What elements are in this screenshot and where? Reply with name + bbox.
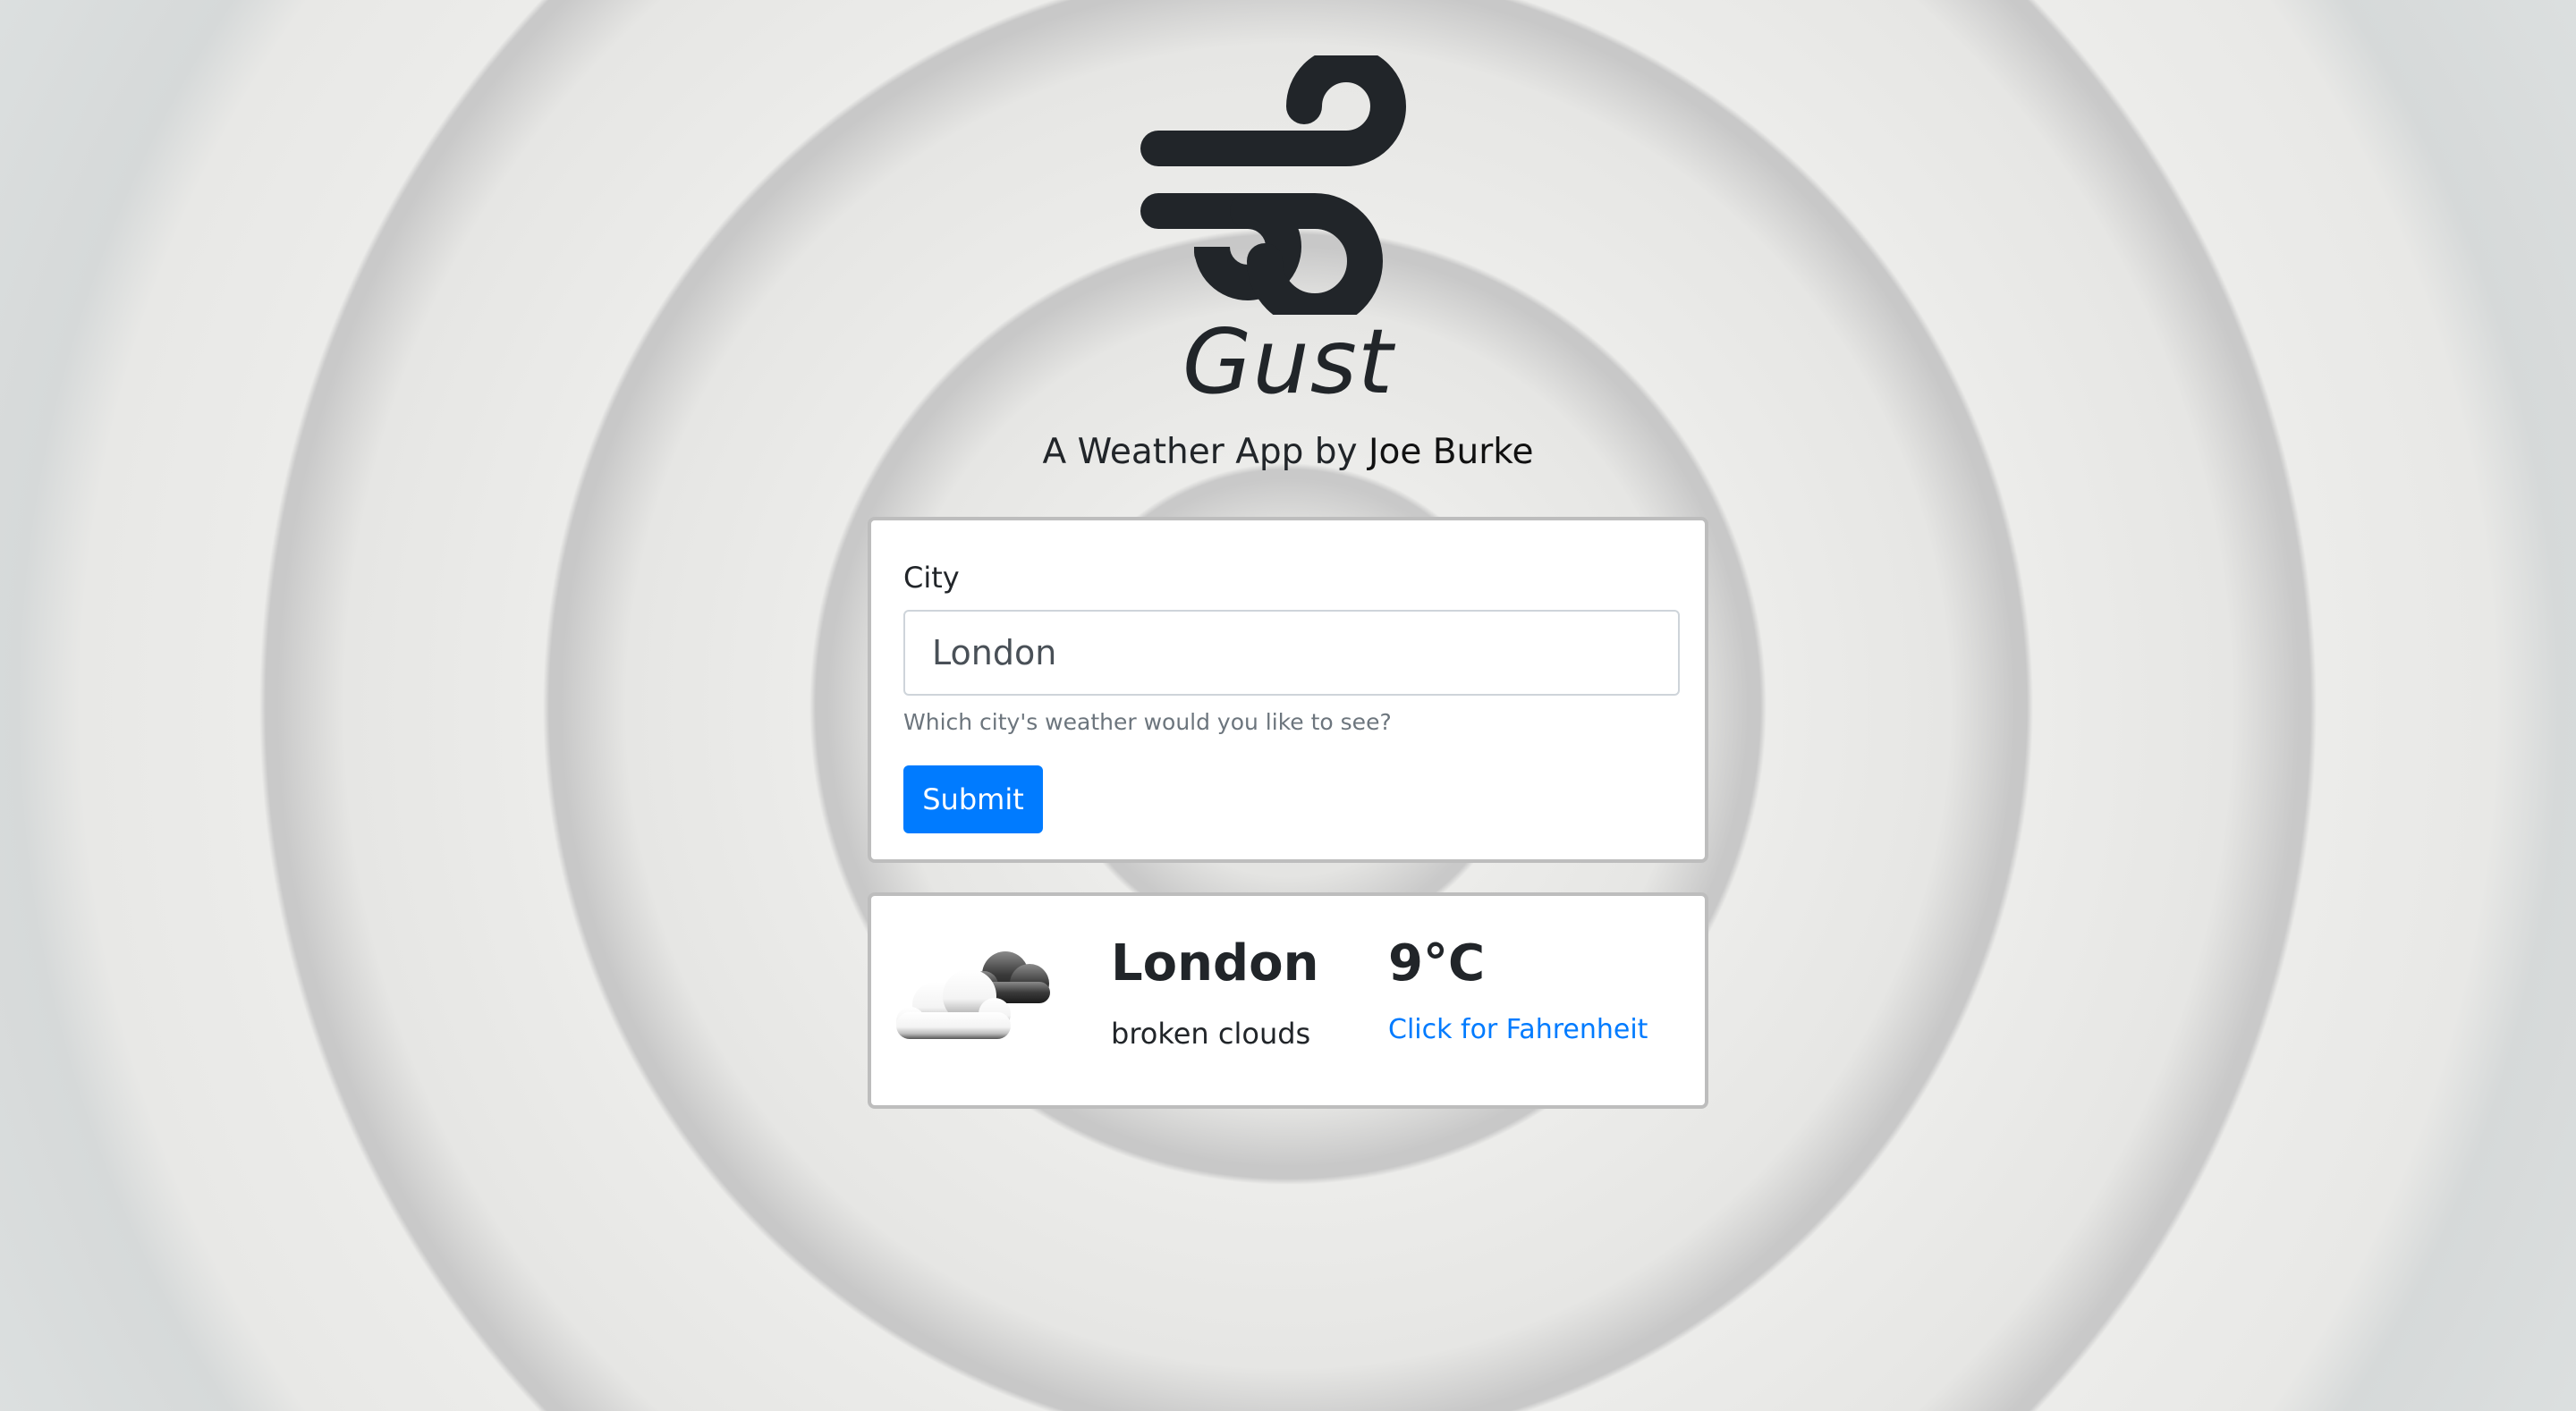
app-subtitle: A Weather App by Joe Burke bbox=[0, 427, 2576, 477]
weather-description: broken clouds bbox=[1111, 1017, 1311, 1051]
city-input[interactable] bbox=[903, 610, 1680, 696]
weather-result-card: London broken clouds 9°C Click for Fahre… bbox=[868, 892, 1708, 1109]
city-label: City bbox=[903, 561, 960, 595]
weather-city-name: London bbox=[1111, 934, 1319, 993]
temperature-value: 9°C bbox=[1388, 934, 1486, 993]
app-title: Gust bbox=[1182, 309, 1394, 414]
wind-icon bbox=[1140, 55, 1406, 315]
submit-button[interactable]: Submit bbox=[903, 765, 1043, 833]
broken-clouds-icon bbox=[896, 951, 1050, 1039]
city-help-text: Which city's weather would you like to s… bbox=[903, 709, 1392, 735]
fahrenheit-toggle-link[interactable]: Click for Fahrenheit bbox=[1388, 1010, 1648, 1050]
subtitle-prefix: A Weather App by bbox=[1042, 432, 1369, 472]
author-name: Joe Burke bbox=[1368, 432, 1534, 472]
city-form-card: City Which city's weather would you like… bbox=[868, 517, 1708, 863]
